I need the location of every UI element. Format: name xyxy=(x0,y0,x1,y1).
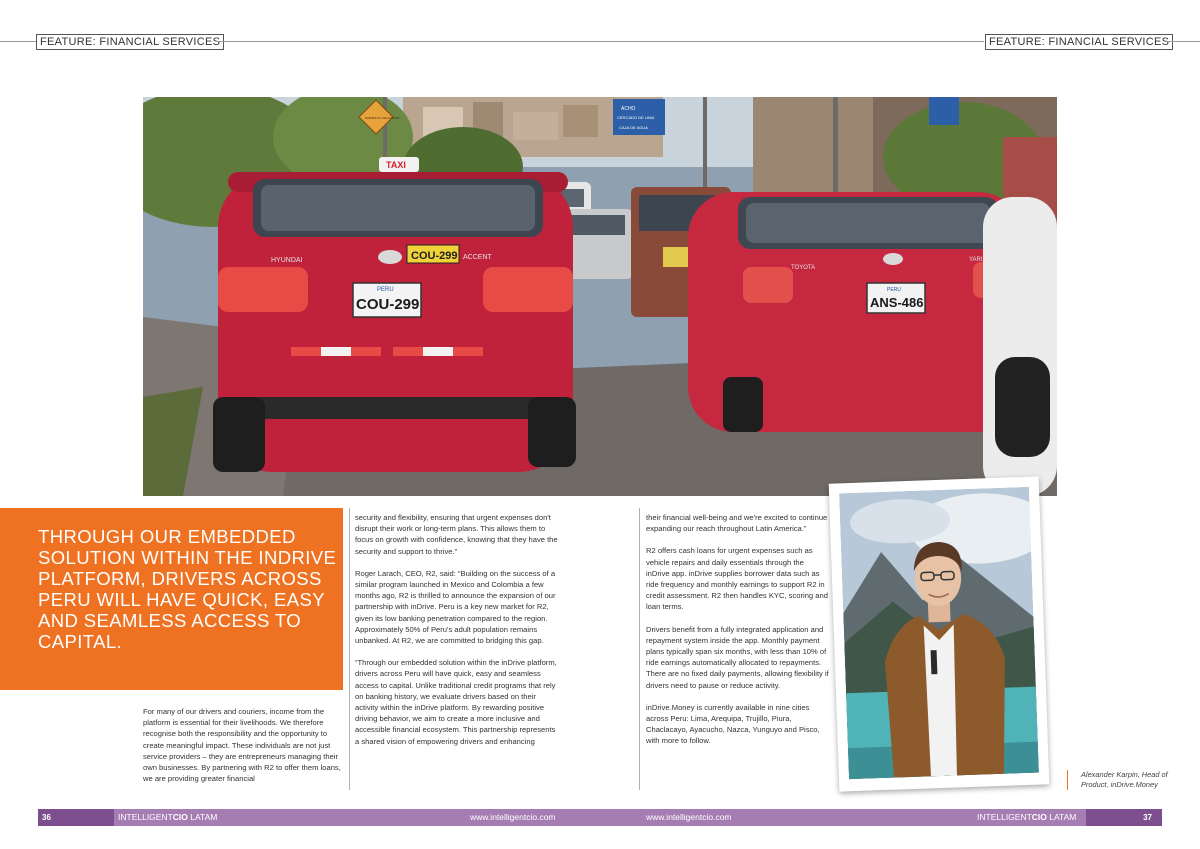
header-rule-left xyxy=(0,41,36,42)
badge-left-brand: HYUNDAI xyxy=(271,257,303,264)
paragraph: inDrive.Money is currently available in … xyxy=(646,702,820,746)
header-rule-right xyxy=(1166,41,1200,42)
column-divider xyxy=(349,508,350,790)
paragraph: security and flexibility, ensuring that … xyxy=(355,513,558,556)
taxi-roof-sign: TAXI xyxy=(386,160,406,170)
caption-rule xyxy=(1067,770,1068,790)
plate-right-country: PERU xyxy=(887,287,901,293)
photo-caption: Alexander Karpin, Head of Product, inDri… xyxy=(1081,770,1168,789)
paragraph: their financial well-being and we're exc… xyxy=(646,513,828,534)
column-divider xyxy=(639,508,640,790)
website-url-right[interactable]: www.intelligentcio.com xyxy=(646,809,732,826)
page-number-left: 36 xyxy=(38,809,114,826)
website-url-left[interactable]: www.intelligentcio.com xyxy=(470,809,556,826)
portrait-photo xyxy=(839,486,1039,780)
plate-left-sticker: COU-299 xyxy=(411,250,457,262)
street-taxi-photo: ACHO CERCADO DE LIMA CAJA DE AGUA DISMIN… xyxy=(143,97,1057,496)
plate-left: COU-299 xyxy=(356,296,419,313)
paragraph: Drivers benefit from a fully integrated … xyxy=(646,624,829,690)
sign-blue-3: CAJA DE AGUA xyxy=(619,125,648,130)
article-column-2: security and flexibility, ensuring that … xyxy=(355,512,560,758)
plate-right: ANS-486 xyxy=(870,295,923,310)
sign-blue-1: ACHO xyxy=(621,106,636,112)
plate-left-country: PERU xyxy=(377,287,394,293)
paragraph: Roger Larach, CEO, R2, said: “Building o… xyxy=(355,568,556,646)
section-tag-left: FEATURE: FINANCIAL SERVICES xyxy=(36,34,225,50)
paragraph: R2 offers cash loans for urgent expenses… xyxy=(646,546,828,612)
header-rule-mid xyxy=(216,41,984,42)
portrait-photo-frame xyxy=(828,476,1050,792)
badge-left-model: ACCENT xyxy=(463,254,493,261)
publication-brand-left: INTELLIGENTCIO LATAM xyxy=(118,812,218,822)
page-footer: 36 INTELLIGENTCIO LATAM www.intelligentc… xyxy=(38,809,1162,826)
pull-quote-text: Through our embedded solution within the… xyxy=(38,526,337,652)
section-tag-right: FEATURE: FINANCIAL SERVICES xyxy=(985,34,1174,50)
article-column-3: their financial well-being and we're exc… xyxy=(646,512,829,758)
sign-yellow: DISMINUYA VELOCIDAD xyxy=(365,116,400,120)
paragraph: For many of our drivers and couriers, in… xyxy=(143,707,341,784)
badge-right-brand: TOYOTA xyxy=(791,265,815,271)
page-number-right: 37 xyxy=(1086,809,1162,826)
paragraph: “Through our embedded solution within th… xyxy=(355,658,557,746)
publication-brand-right: INTELLIGENTCIO LATAM xyxy=(977,812,1077,822)
pull-quote-box: Through our embedded solution within the… xyxy=(0,508,343,690)
article-column-1: For many of our drivers and couriers, in… xyxy=(143,706,341,795)
sign-blue-2: CERCADO DE LIMA xyxy=(617,115,654,120)
